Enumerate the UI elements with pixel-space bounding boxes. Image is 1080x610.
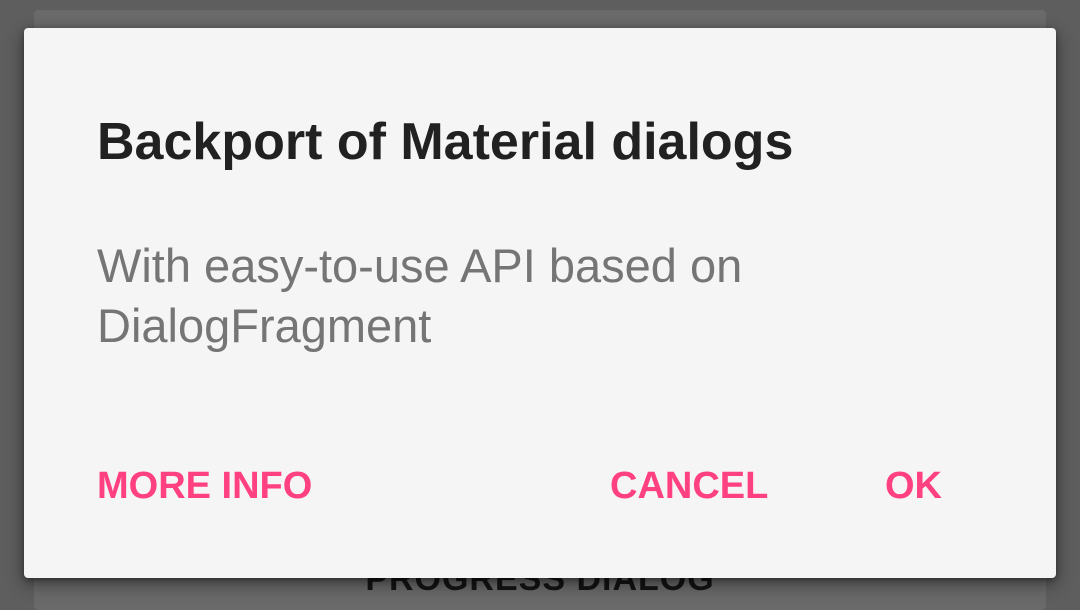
- cancel-button[interactable]: CANCEL: [600, 456, 778, 516]
- dialog-title: Backport of Material dialogs: [97, 113, 794, 171]
- ok-button[interactable]: OK: [875, 456, 952, 516]
- material-dialog: Backport of Material dialogs With easy-t…: [24, 28, 1056, 578]
- more-info-button[interactable]: MORE INFO: [87, 456, 322, 516]
- dialog-message: With easy-to-use API based on DialogFrag…: [97, 239, 743, 352]
